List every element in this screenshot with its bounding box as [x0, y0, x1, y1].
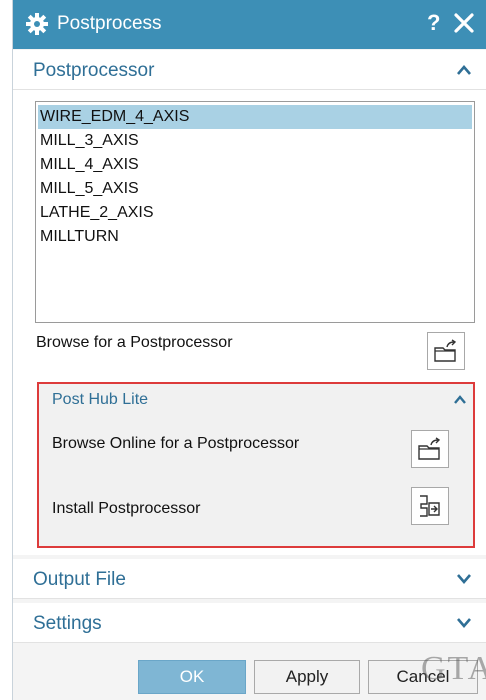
browse-postprocessor-label: Browse for a Postprocessor	[36, 334, 233, 351]
list-item[interactable]: MILL_5_AXIS	[38, 177, 472, 201]
install-postprocessor-label: Install Postprocessor	[52, 500, 201, 517]
postprocessor-section-header[interactable]: Postprocessor	[13, 50, 486, 90]
chevron-down-icon[interactable]	[456, 571, 472, 587]
settings-section-title: Settings	[33, 613, 102, 634]
list-item[interactable]: MILLTURN	[38, 225, 472, 249]
watermark: GTA	[421, 650, 486, 687]
list-item[interactable]: WIRE_EDM_4_AXIS	[38, 105, 472, 129]
browse-online-label: Browse Online for a Postprocessor	[52, 435, 300, 452]
postprocessor-section-title: Postprocessor	[33, 60, 155, 81]
gear-icon	[26, 13, 48, 35]
install-postprocessor-button[interactable]	[411, 487, 449, 525]
postprocessor-panel: WIRE_EDM_4_AXIS MILL_3_AXIS MILL_4_AXIS …	[13, 90, 486, 555]
window-title: Postprocess	[57, 13, 162, 34]
post-hub-lite-title: Post Hub Lite	[52, 391, 149, 408]
list-item[interactable]: LATHE_2_AXIS	[38, 201, 472, 225]
postprocess-dialog: Postprocess ? Postprocessor WIRE_EDM_4_A…	[12, 0, 486, 700]
output-file-section-header[interactable]: Output File	[13, 559, 486, 599]
install-icon	[420, 495, 440, 517]
output-file-section-title: Output File	[33, 569, 126, 590]
browse-online-button[interactable]	[411, 430, 449, 468]
title-bar: Postprocess ?	[13, 0, 486, 49]
chevron-down-icon[interactable]	[456, 615, 472, 631]
browse-postprocessor-button[interactable]	[427, 332, 465, 370]
list-item[interactable]: MILL_4_AXIS	[38, 153, 472, 177]
ok-button[interactable]: OK	[138, 660, 246, 694]
chevron-up-icon[interactable]	[453, 393, 467, 407]
list-item[interactable]: MILL_3_AXIS	[38, 129, 472, 153]
folder-open-icon	[434, 339, 457, 362]
close-icon[interactable]	[453, 12, 475, 34]
settings-section-header[interactable]: Settings	[13, 603, 486, 643]
postprocessor-list[interactable]: WIRE_EDM_4_AXIS MILL_3_AXIS MILL_4_AXIS …	[35, 101, 475, 323]
chevron-up-icon[interactable]	[456, 62, 472, 78]
folder-open-icon	[418, 437, 441, 460]
post-hub-lite-group: Post Hub Lite Browse Online for a Postpr…	[37, 382, 475, 548]
help-button[interactable]: ?	[427, 9, 440, 37]
apply-button[interactable]: Apply	[254, 660, 360, 694]
